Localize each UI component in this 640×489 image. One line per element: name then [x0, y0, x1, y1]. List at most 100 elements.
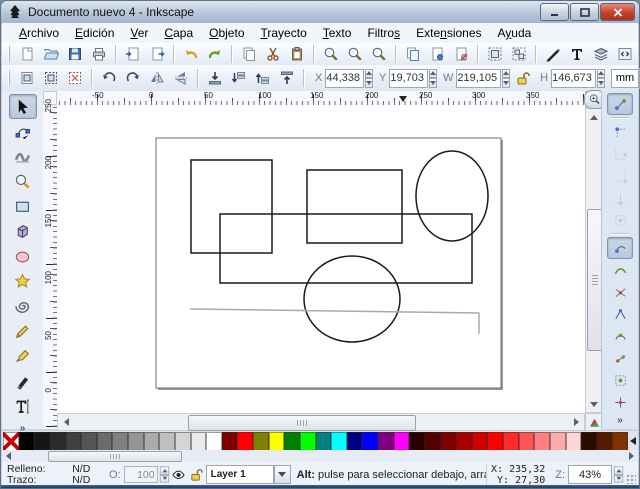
star-tool-button[interactable] [9, 269, 37, 294]
palette-swatch-33-ff5555[interactable] [519, 432, 535, 451]
palette-swatch-35-ffaaaa[interactable] [550, 432, 566, 451]
palette-scroll-thumb[interactable] [48, 451, 182, 462]
palette-swatch-9-aaaaaa[interactable] [144, 432, 160, 451]
zoom-to-selection-button[interactable] [319, 43, 343, 65]
maximize-button[interactable] [570, 3, 599, 21]
palette-swatch-37-2b0d00[interactable] [581, 432, 597, 451]
palette-swatch-10-bfbfbf[interactable] [159, 432, 175, 451]
menu-ayuda[interactable]: Ayuda [491, 24, 539, 42]
layer-lock-icon[interactable] [188, 467, 206, 483]
select-all-in-all-layers-button[interactable] [39, 67, 63, 89]
horizontal-scroll-thumb[interactable] [188, 415, 416, 431]
palette-scroll-right-arrow[interactable] [626, 450, 637, 461]
palette-swatch-20-008080[interactable] [316, 432, 332, 451]
palette-swatch-34-ff8080[interactable] [534, 432, 550, 451]
import-document-button[interactable] [121, 43, 145, 65]
snap-bbox-corners-button[interactable] [607, 165, 633, 187]
snapbar-overflow-button[interactable]: » [617, 415, 623, 426]
save-document-button[interactable] [63, 43, 87, 65]
undo-button[interactable] [179, 43, 203, 65]
ellipse-tool-button[interactable] [9, 244, 37, 269]
group-objects-button[interactable] [483, 43, 507, 65]
units-select[interactable]: mm [611, 69, 639, 88]
menu-edición[interactable]: Edición [68, 24, 121, 42]
fill-stroke-indicator[interactable]: Relleno: N/D Trazo: N/D [2, 464, 103, 486]
layer-visibility-eye-icon[interactable] [170, 467, 188, 483]
duplicate-button[interactable] [401, 43, 425, 65]
lower-button[interactable] [227, 67, 251, 89]
palette-swatch-6-6b6b6b[interactable] [97, 432, 113, 451]
paste-button[interactable] [285, 43, 309, 65]
raise-to-top-button[interactable] [275, 67, 299, 89]
scroll-down-arrow[interactable] [586, 396, 602, 412]
selector-tool-button[interactable] [9, 94, 37, 119]
palette-swatch-7-808080[interactable] [112, 432, 128, 451]
palette-swatch-28-800000[interactable] [441, 432, 457, 451]
snap-bbox-centers-button[interactable] [607, 209, 633, 231]
palette-menu-arrow[interactable] [626, 437, 636, 445]
palette-swatch-17-ffff00[interactable] [269, 432, 285, 451]
palette-swatch-1-000000[interactable] [19, 432, 35, 451]
palette-swatch-14-800000[interactable] [222, 432, 238, 451]
opacity-input[interactable]: 100 [124, 466, 158, 483]
h-spinner[interactable] [597, 69, 605, 88]
scroll-up-arrow[interactable] [586, 109, 602, 125]
scroll-left-arrow[interactable] [58, 414, 74, 430]
current-layer-select[interactable]: Layer 1 [206, 465, 274, 484]
redo-button[interactable] [203, 43, 227, 65]
zoom-to-page-button[interactable] [367, 43, 391, 65]
menu-archivo[interactable]: Archivo [12, 24, 66, 42]
snap-bbox-edge-midpoints-button[interactable] [607, 187, 633, 209]
deselect-button[interactable] [63, 67, 87, 89]
snap-line-midpoints-button[interactable] [607, 347, 633, 369]
palette-scroll-left-arrow[interactable] [3, 450, 14, 461]
zoom-input[interactable]: 43% [568, 465, 612, 484]
palette-swatch-3-2b2b2b[interactable] [50, 432, 66, 451]
layers-dialog-button[interactable] [589, 43, 613, 65]
menu-trayecto[interactable]: Trayecto [254, 24, 314, 42]
pencil-tool-button[interactable] [9, 319, 37, 344]
scroll-right-arrow[interactable] [568, 414, 584, 430]
palette-swatch-2-161616[interactable] [34, 432, 50, 451]
zoom-spinner[interactable] [614, 466, 623, 482]
rotate-90-cw-button[interactable] [121, 67, 145, 89]
palette-swatch-13-ffffff[interactable] [206, 432, 222, 451]
ungroup-objects-button[interactable] [507, 43, 531, 65]
h-input[interactable]: 146,673 [551, 69, 596, 88]
palette-swatch-36-ffd5d5[interactable] [566, 432, 582, 451]
lock-width-height-button[interactable] [510, 67, 534, 89]
raise-button[interactable] [251, 67, 275, 89]
menu-objeto[interactable]: Objeto [202, 24, 251, 42]
text-dialog-button[interactable] [565, 43, 589, 65]
palette-swatch-12-eaeaea[interactable] [191, 432, 207, 451]
lower-to-bottom-button[interactable] [203, 67, 227, 89]
snap-cusp-nodes-button[interactable] [607, 303, 633, 325]
menu-texto[interactable]: Texto [316, 24, 359, 42]
palette-swatch-16-808000[interactable] [253, 432, 269, 451]
horizontal-ruler[interactable]: -50050100150200250300350 [57, 91, 585, 106]
calligraphy-tool-button[interactable] [9, 369, 37, 394]
snap-bounding-box-button[interactable] [607, 121, 633, 143]
cut-button[interactable] [261, 43, 285, 65]
palette-swatch-21-00ffff[interactable] [331, 432, 347, 451]
palette-swatch-8-959595[interactable] [128, 432, 144, 451]
palette-swatch-15-ff0000[interactable] [237, 432, 253, 451]
palette-swatch-30-d40000[interactable] [472, 432, 488, 451]
palette-swatch-4-404040[interactable] [66, 432, 82, 451]
palette-swatch-26-2b0000[interactable] [409, 432, 425, 451]
menu-extensiones[interactable]: Extensiones [409, 24, 488, 42]
spiral-tool-button[interactable] [9, 294, 37, 319]
snap-to-paths-button[interactable] [607, 259, 633, 281]
snap-rotation-centers-button[interactable] [607, 391, 633, 413]
export-document-button[interactable] [145, 43, 169, 65]
snap-master-toggle-button[interactable] [607, 93, 633, 115]
horizontal-scrollbar[interactable] [57, 413, 585, 431]
flip-vertical-button[interactable] [169, 67, 193, 89]
zoom-to-drawing-button[interactable] [343, 43, 367, 65]
menu-filtros[interactable]: Filtros [360, 24, 407, 42]
zoom-tool-button[interactable] [9, 169, 37, 194]
unlink-clone-button[interactable] [449, 43, 473, 65]
x-spinner[interactable] [365, 69, 373, 88]
select-all-button[interactable] [15, 67, 39, 89]
vertical-ruler[interactable]: 250200150100500 [43, 105, 58, 429]
